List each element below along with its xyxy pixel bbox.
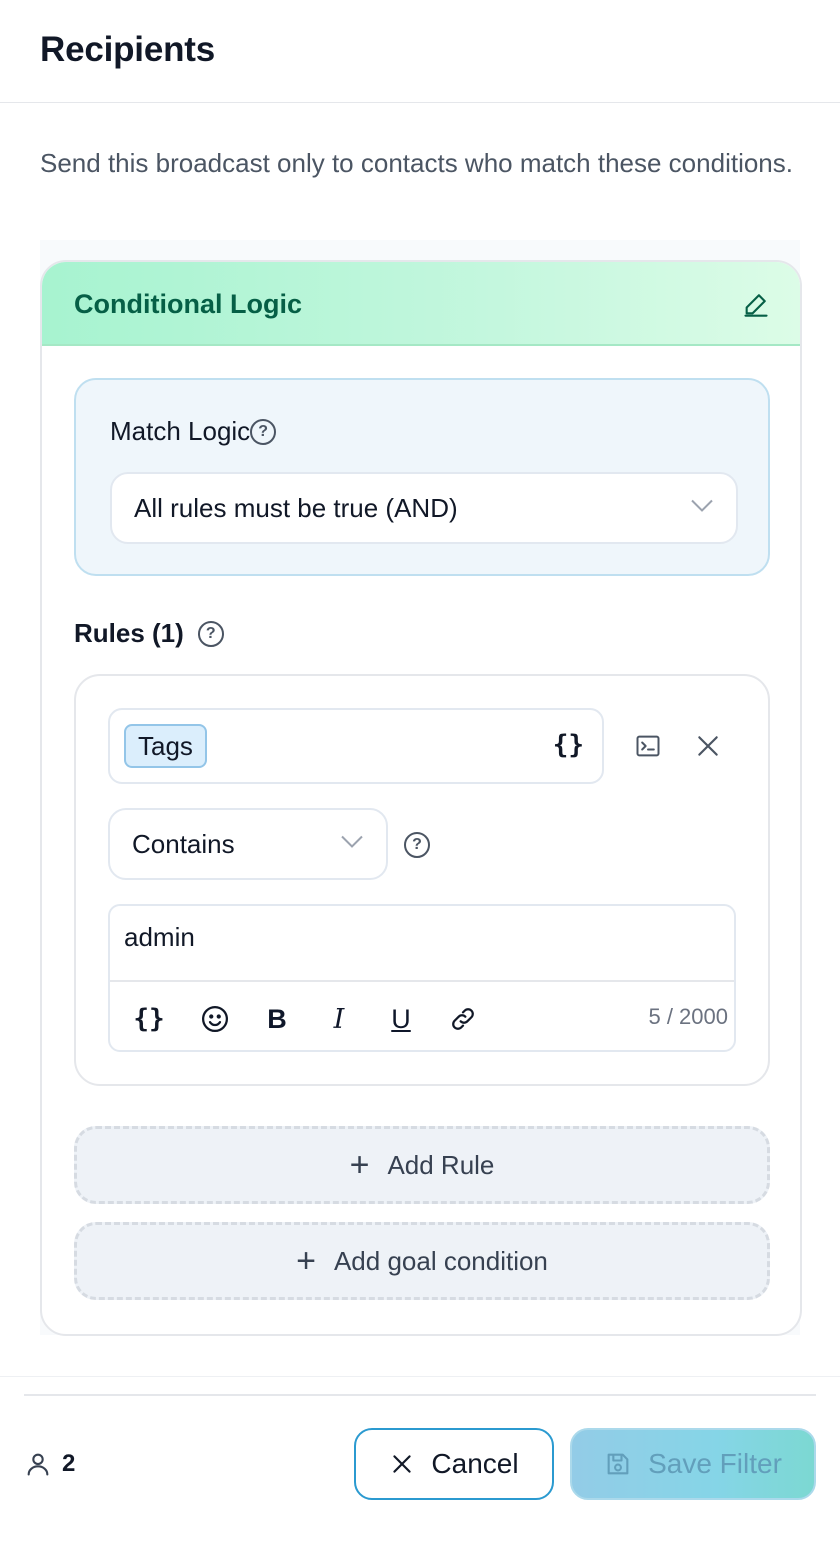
save-filter-button[interactable]: Save Filter — [570, 1428, 816, 1500]
field-chip-tags[interactable]: Tags — [124, 724, 207, 768]
rule-value-text[interactable]: admin — [124, 922, 195, 953]
variable-braces-icon[interactable]: {} — [132, 1002, 166, 1036]
close-icon[interactable] — [692, 730, 724, 762]
match-logic-label-text: Match Logic — [110, 416, 251, 446]
terminal-icon[interactable] — [632, 730, 664, 762]
rules-label-text: Rules (1) — [74, 618, 184, 648]
footer-divider — [0, 1376, 840, 1377]
save-icon — [607, 1453, 629, 1475]
rule-value-editor[interactable]: admin {} B I U 5 / 2000 — [108, 904, 736, 1052]
footer-divider — [24, 1394, 816, 1396]
edit-icon[interactable] — [740, 288, 772, 320]
italic-icon[interactable]: I — [322, 1002, 356, 1036]
operator-select[interactable]: Contains — [108, 808, 388, 880]
variable-braces-icon[interactable]: {} — [553, 730, 584, 760]
bold-icon[interactable]: B — [260, 1002, 294, 1036]
card-header: Conditional Logic — [42, 262, 800, 346]
description-text: Send this broadcast only to contacts who… — [40, 148, 793, 178]
chevron-down-icon — [690, 499, 714, 518]
cancel-label: Cancel — [431, 1448, 519, 1479]
character-counter: 5 / 2000 — [648, 1004, 728, 1029]
add-rule-label: Add Rule — [387, 1149, 495, 1180]
help-icon[interactable]: ? — [250, 418, 277, 445]
help-icon[interactable]: ? — [404, 832, 430, 858]
add-rule-button[interactable]: + Add Rule — [74, 1126, 770, 1204]
match-logic-value: All rules must be true (AND) — [134, 492, 458, 523]
underline-icon[interactable]: U — [384, 1002, 418, 1036]
close-icon — [393, 1455, 412, 1473]
cancel-button[interactable]: Cancel — [354, 1428, 554, 1500]
match-logic-select[interactable]: All rules must be true (AND) — [110, 472, 738, 544]
recipient-count: 2 — [24, 1450, 75, 1478]
match-logic-panel: Match Logic ? All rules must be true (AN… — [74, 378, 770, 576]
recipient-count-value: 2 — [62, 1450, 76, 1477]
add-goal-label: Add goal condition — [333, 1245, 548, 1276]
operator-value: Contains — [132, 828, 235, 859]
save-label: Save Filter — [648, 1448, 782, 1479]
plus-icon: + — [296, 1242, 316, 1280]
page-title: Recipients — [40, 30, 215, 69]
add-goal-condition-button[interactable]: + Add goal condition — [74, 1222, 770, 1300]
match-logic-label: Match Logic ? — [110, 416, 277, 447]
help-icon[interactable]: ? — [197, 620, 224, 647]
emoji-icon[interactable] — [198, 1002, 232, 1036]
card-title: Conditional Logic — [74, 289, 302, 319]
link-icon[interactable] — [446, 1002, 480, 1036]
chevron-down-icon — [340, 835, 364, 854]
user-icon — [27, 1453, 49, 1476]
rules-label: Rules (1) ? — [74, 618, 224, 649]
rule-field-input[interactable]: Tags {} — [108, 708, 604, 784]
page-header: Recipients — [0, 0, 840, 103]
editor-toolbar: {} B I U 5 / 2000 — [110, 980, 734, 1052]
plus-icon: + — [349, 1146, 370, 1184]
